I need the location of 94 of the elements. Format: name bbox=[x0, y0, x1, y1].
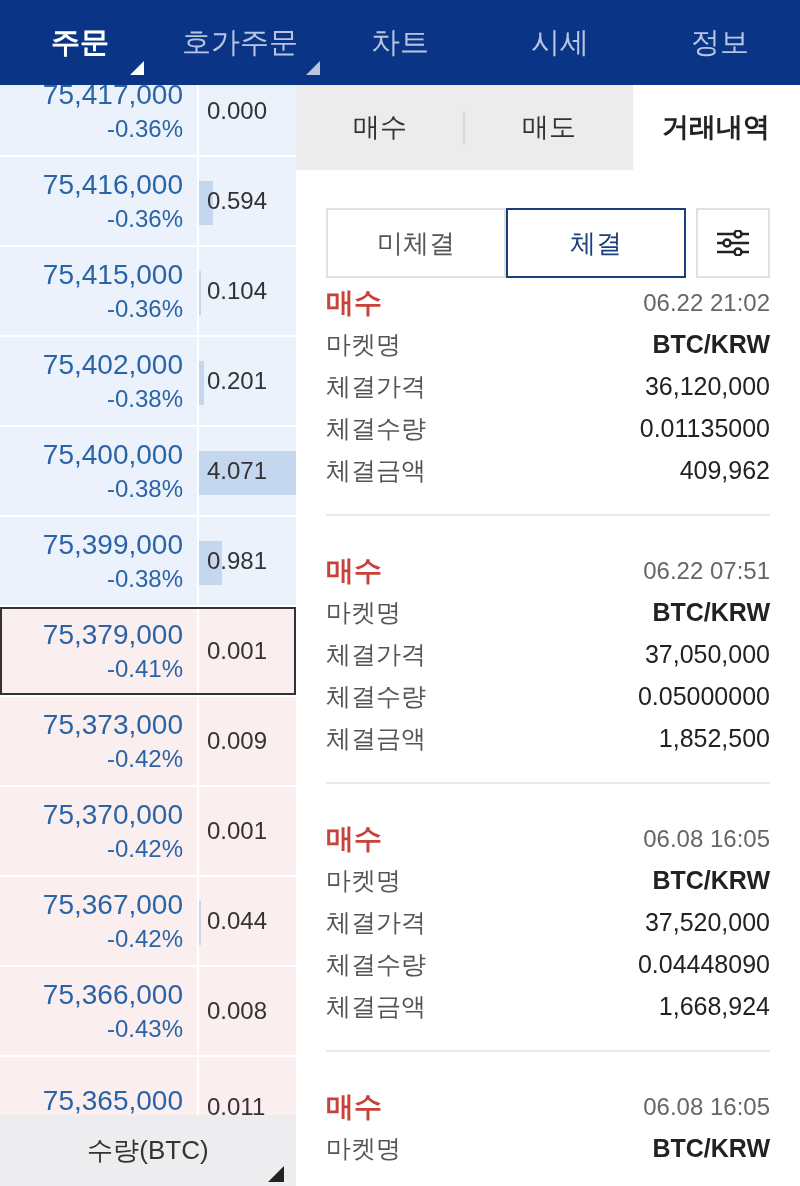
trade-time: 06.08 16:05 bbox=[643, 824, 770, 854]
price-cell[interactable]: 75,365,000 bbox=[0, 1057, 197, 1115]
change-text: -0.36% bbox=[106, 294, 183, 324]
order-tab[interactable]: 매도 bbox=[465, 85, 633, 170]
field-value: 1,852,500 bbox=[658, 723, 770, 755]
price-text: 75,367,000 bbox=[42, 888, 183, 922]
field-value: 37,050,000 bbox=[644, 639, 770, 671]
quantity-text: 0.044 bbox=[206, 906, 268, 936]
field-value: 409,962 bbox=[679, 455, 770, 487]
order-tab[interactable]: 매수 bbox=[296, 85, 464, 170]
unit-selector[interactable]: 수량(BTC) bbox=[0, 1115, 296, 1186]
change-text: -0.38% bbox=[106, 384, 183, 414]
change-text: -0.42% bbox=[106, 744, 183, 774]
quantity-text: 0.104 bbox=[206, 276, 268, 306]
quantity-text: 0.201 bbox=[206, 366, 268, 396]
filter-settings-button[interactable] bbox=[696, 208, 770, 278]
field-label: 마켓명 bbox=[326, 1133, 401, 1165]
field-value: BTC/KRW bbox=[652, 865, 770, 897]
change-text: -0.42% bbox=[106, 834, 183, 864]
price-cell[interactable]: 75,366,000 -0.43% bbox=[0, 967, 197, 1055]
price-cell[interactable]: 75,416,000 -0.36% bbox=[0, 157, 197, 245]
change-text: -0.36% bbox=[106, 114, 183, 144]
quantity-text: 0.011 bbox=[206, 1092, 266, 1115]
price-text: 75,399,000 bbox=[42, 528, 183, 562]
field-label: 체결가격 bbox=[326, 371, 426, 403]
field-label: 체결금액 bbox=[326, 455, 426, 487]
nav-tab[interactable]: 시세 bbox=[480, 0, 640, 85]
price-text: 75,417,000 bbox=[42, 85, 183, 112]
field-label: 마켓명 bbox=[326, 329, 401, 361]
field-label: 체결금액 bbox=[326, 991, 426, 1023]
dropdown-corner-icon bbox=[268, 1166, 284, 1182]
change-text: -0.42% bbox=[106, 924, 183, 954]
nav-tab[interactable]: 차트 bbox=[320, 0, 480, 85]
field-value: 36,120,000 bbox=[644, 371, 770, 403]
change-text: -0.43% bbox=[106, 1014, 183, 1044]
price-cell[interactable]: 75,370,000 -0.42% bbox=[0, 787, 197, 875]
trade-side-label: 매수 bbox=[326, 554, 382, 588]
field-value: 37,520,000 bbox=[644, 907, 770, 939]
change-text: -0.36% bbox=[106, 204, 183, 234]
price-text: 75,379,000 bbox=[42, 618, 183, 652]
nav-tab[interactable]: 호가주문 bbox=[160, 0, 320, 85]
price-text: 75,365,000 bbox=[42, 1084, 183, 1115]
price-text: 75,415,000 bbox=[42, 258, 183, 292]
price-cell[interactable]: 75,400,000 -0.38% bbox=[0, 427, 197, 515]
field-label: 체결가격 bbox=[326, 907, 426, 939]
field-label: 체결가격 bbox=[326, 639, 426, 671]
quantity-text: 0.001 bbox=[206, 816, 268, 846]
price-cell[interactable]: 75,402,000 -0.38% bbox=[0, 337, 197, 425]
price-text: 75,370,000 bbox=[42, 798, 183, 832]
quantity-text: 0.008 bbox=[206, 996, 268, 1026]
field-label: 체결수량 bbox=[326, 681, 426, 713]
filter-tab[interactable]: 미체결 bbox=[326, 208, 506, 278]
field-value: 0.05000000 bbox=[637, 681, 770, 713]
price-cell[interactable]: 75,399,000 -0.38% bbox=[0, 517, 197, 605]
quantity-text: 4.071 bbox=[206, 456, 268, 486]
field-value: BTC/KRW bbox=[652, 597, 770, 629]
trade-side-label: 매수 bbox=[326, 822, 382, 856]
nav-tab[interactable]: 주문 bbox=[0, 0, 160, 85]
field-value: 1,668,924 bbox=[658, 991, 770, 1023]
field-label: 체결수량 bbox=[326, 413, 426, 445]
trade-time: 06.08 16:05 bbox=[643, 1092, 770, 1122]
price-text: 75,400,000 bbox=[42, 438, 183, 472]
sliders-icon bbox=[716, 230, 750, 256]
field-label: 체결금액 bbox=[326, 723, 426, 755]
price-cell[interactable]: 75,417,000 -0.36% bbox=[0, 85, 197, 155]
price-text: 75,402,000 bbox=[42, 348, 183, 382]
quantity-text: 0.981 bbox=[206, 546, 268, 576]
nav-tab[interactable]: 정보 bbox=[640, 0, 800, 85]
quantity-text: 0.009 bbox=[206, 726, 268, 756]
trade-side-label: 매수 bbox=[326, 1090, 382, 1124]
price-cell[interactable]: 75,415,000 -0.36% bbox=[0, 247, 197, 335]
change-text: -0.41% bbox=[106, 654, 183, 684]
filter-tab[interactable]: 체결 bbox=[506, 208, 686, 278]
quantity-text: 0.594 bbox=[206, 186, 268, 216]
field-label: 마켓명 bbox=[326, 597, 401, 629]
field-label: 체결수량 bbox=[326, 949, 426, 981]
field-value: 0.01135000 bbox=[639, 413, 770, 445]
price-text: 75,366,000 bbox=[42, 978, 183, 1012]
trade-time: 06.22 21:02 bbox=[643, 288, 770, 318]
price-cell[interactable]: 75,379,000 -0.41% bbox=[0, 607, 197, 695]
change-text: -0.38% bbox=[106, 564, 183, 594]
quantity-text: 0.001 bbox=[206, 636, 268, 666]
price-text: 75,373,000 bbox=[42, 708, 183, 742]
quantity-text: 0.000 bbox=[206, 96, 268, 126]
change-text: -0.38% bbox=[106, 474, 183, 504]
trade-side-label: 매수 bbox=[326, 286, 382, 320]
price-cell[interactable]: 75,373,000 -0.42% bbox=[0, 697, 197, 785]
price-cell[interactable]: 75,367,000 -0.42% bbox=[0, 877, 197, 965]
field-value: BTC/KRW bbox=[652, 329, 770, 361]
field-label: 마켓명 bbox=[326, 865, 401, 897]
field-value: 0.04448090 bbox=[637, 949, 770, 981]
price-text: 75,416,000 bbox=[42, 168, 183, 202]
trade-time: 06.22 07:51 bbox=[643, 556, 770, 586]
field-value: BTC/KRW bbox=[652, 1133, 770, 1165]
